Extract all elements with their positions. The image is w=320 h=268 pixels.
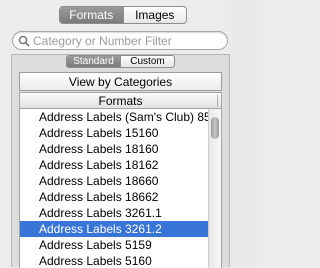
formats-list: Address Labels (Sam's Club) 85 Address L… [19,109,222,268]
list-item[interactable]: Address Labels (Sam's Club) 85 [20,109,209,125]
search-icon [18,35,30,47]
list-item[interactable]: Address Labels 5160 [20,253,209,268]
tab-formats[interactable]: Formats [60,7,124,23]
list-item[interactable]: Address Labels 18160 [20,141,209,157]
tab-custom[interactable]: Custom [121,56,174,67]
list-item[interactable]: Address Labels 5159 [20,237,209,253]
tab-standard[interactable]: Standard [67,56,121,67]
search-input[interactable] [33,33,223,48]
list-item[interactable]: Address Labels 18660 [20,173,209,189]
list-item[interactable]: Address Labels 15160 [20,125,209,141]
formats-column-header[interactable]: Formats [19,92,222,109]
view-by-categories-button[interactable]: View by Categories [19,72,222,91]
formats-panel: Standard Custom View by Categories Forma… [11,54,230,268]
tab-images[interactable]: Images [124,7,187,23]
vertical-scrollbar[interactable] [208,109,221,268]
formats-images-toggle: Formats Images [59,6,187,24]
list-item[interactable]: Address Labels 3261.1 [20,205,209,221]
standard-custom-toggle: Standard Custom [66,55,175,68]
list-item-selected[interactable]: Address Labels 3261.2 [20,221,209,237]
column-divider [217,95,218,107]
search-field[interactable] [12,31,228,50]
window-edge [231,0,257,267]
list-item[interactable]: Address Labels 18162 [20,157,209,173]
list-item[interactable]: Address Labels 18662 [20,189,209,205]
scrollbar-thumb[interactable] [211,117,219,139]
formats-column-label: Formats [98,93,143,108]
